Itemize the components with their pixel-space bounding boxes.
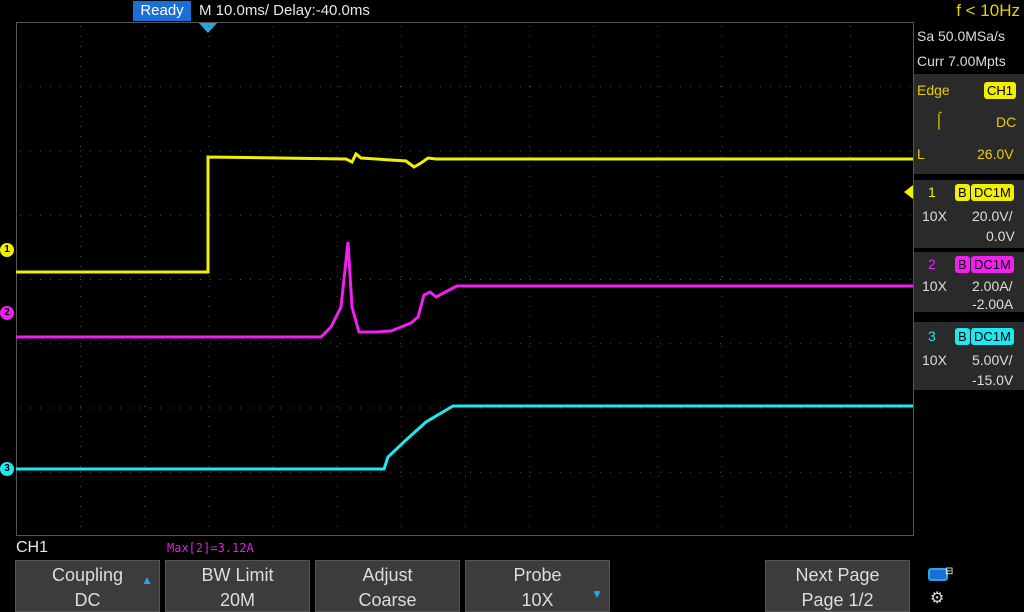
trigger-level-label: L (917, 146, 925, 162)
trigger-frequency: f < 10Hz (956, 1, 1020, 20)
adjust-softkey[interactable]: Adjust Coarse (315, 560, 460, 612)
ch3-probe: 10X (922, 352, 947, 368)
ch2-bw-badge: B (955, 256, 970, 273)
ch1-waveform (16, 151, 913, 274)
network-icon: ⚙ (930, 590, 945, 607)
ch2-waveform (16, 241, 913, 339)
softkey-label: Adjust (362, 565, 413, 585)
softkey-label: Coupling (51, 565, 124, 585)
ch1-offset: 0.0V (986, 228, 1015, 244)
next-page-softkey[interactable]: Next Page Page 1/2 (765, 560, 910, 612)
ch1-bw-badge: B (955, 184, 970, 201)
ch3-scale: 5.00V/ (972, 352, 1013, 368)
waveform-display[interactable] (16, 22, 914, 536)
bw-limit-softkey[interactable]: BW Limit 20M (165, 560, 310, 612)
graticule-dots (20, 26, 911, 527)
ch3-coupling: DC1M (971, 328, 1014, 345)
ch3-number: 3 (928, 328, 936, 344)
memory-depth: Curr 7.00Mpts (917, 53, 1006, 69)
timebase-readout[interactable]: M 10.0ms/ Delay:-40.0ms (199, 1, 370, 21)
ch3-offset: -15.0V (972, 372, 1014, 388)
ch1-level-marker-icon (904, 185, 913, 199)
down-arrow-icon: ▼ (591, 587, 603, 601)
top-status-bar: Ready M 10.0ms/ Delay:-40.0ms f < 10Hz (0, 0, 1024, 22)
ch1-scale: 20.0V/ (972, 208, 1013, 224)
sample-rate: Sa 50.0MSa/s (917, 28, 1005, 44)
softkey-label: Next Page (795, 565, 880, 585)
ch2-coupling: DC1M (971, 256, 1014, 273)
ch2-offset: -2.00A (972, 296, 1014, 312)
ch2-ground-marker[interactable]: 2 (0, 306, 14, 320)
softkey-label: BW Limit (201, 565, 274, 585)
trigger-type: Edge (917, 82, 950, 98)
softkey-value: Page 1/2 (801, 590, 874, 610)
usb-label-icon: ⊟ (945, 566, 954, 577)
ch2-scale: 2.00A/ (972, 278, 1013, 294)
ch1-coupling: DC1M (971, 184, 1014, 201)
ch1-ground-marker[interactable]: 1 (0, 243, 14, 257)
ch2-number: 2 (928, 256, 936, 272)
measurement-readout: Max[2]=3.12A (167, 541, 254, 555)
ch3-waveform (16, 404, 913, 471)
softkey-value: 10X (521, 590, 554, 610)
ch3-bw-badge: B (955, 328, 970, 345)
softkey-value: Coarse (358, 590, 417, 610)
probe-softkey[interactable]: Probe 10X ▼ (465, 560, 610, 612)
trigger-source: CH1 (984, 82, 1017, 99)
ch1-probe: 10X (922, 208, 947, 224)
status-badge: Ready (133, 1, 191, 21)
trigger-panel[interactable]: Edge CH1 ⌠ DC L 26.0V (914, 74, 1024, 174)
softkey-value: 20M (219, 590, 255, 610)
graticule (16, 22, 914, 536)
ch3-ground-marker[interactable]: 3 (0, 462, 14, 476)
up-arrow-icon: ▲ (141, 573, 153, 587)
rising-edge-icon: ⌠ (934, 112, 944, 129)
softkey-value: DC (74, 590, 101, 610)
softkey-label: Probe (513, 565, 562, 585)
ch3-info-panel[interactable]: 3 B DC1M 10X 5.00V/ -15.0V (914, 322, 1024, 390)
ch1-number: 1 (928, 184, 936, 200)
ch2-probe: 10X (922, 278, 947, 294)
ch1-info-panel[interactable]: 1 B DC1M 10X 20.0V/ 0.0V (904, 180, 1024, 248)
trigger-coupling: DC (996, 114, 1017, 130)
active-channel-label: CH1 (16, 539, 49, 556)
coupling-softkey[interactable]: Coupling DC ▲ (15, 560, 160, 612)
trigger-level: 26.0V (977, 146, 1014, 162)
ch2-info-panel[interactable]: 2 B DC1M 10X 2.00A/ -2.00A (914, 252, 1024, 312)
